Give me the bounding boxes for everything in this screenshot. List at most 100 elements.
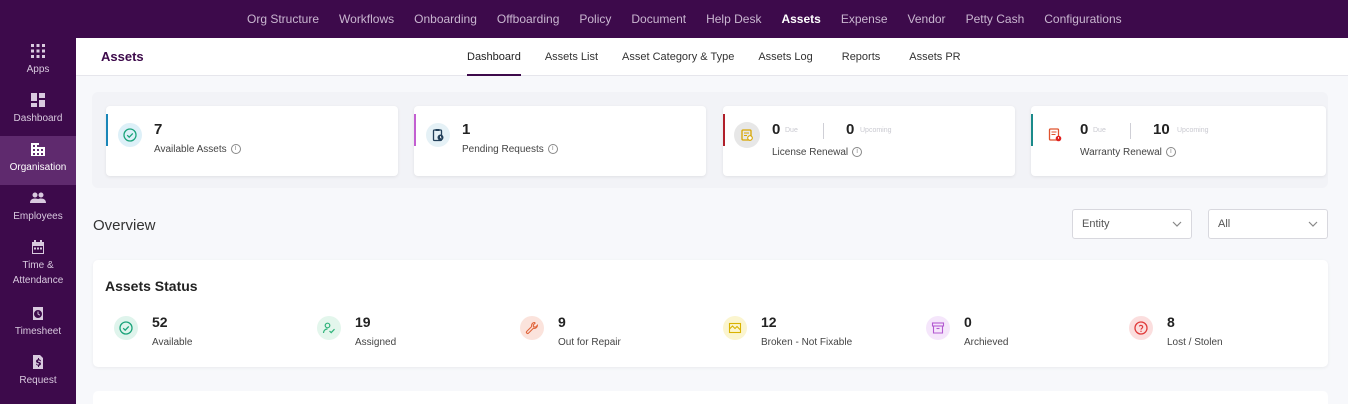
info-icon[interactable]: i — [547, 144, 558, 155]
license-renewal-card[interactable]: 0 Due 0 Upcoming License Renewal i — [723, 106, 1015, 176]
question-circle-icon — [1129, 316, 1153, 340]
license-upcoming-count: 0 — [846, 121, 855, 138]
tab-reports[interactable]: Reports — [842, 38, 881, 76]
archive-box-icon — [926, 316, 950, 340]
nav-expense[interactable]: Expense — [841, 12, 888, 26]
sidebar: Apps Dashboard Organisation Employees Ti… — [0, 38, 76, 404]
page-title: Assets — [101, 49, 144, 64]
nav-policy[interactable]: Policy — [579, 12, 611, 26]
license-icon — [734, 122, 760, 148]
available-assets-label: Available Assets i — [154, 144, 241, 155]
filter-all-select-value: All — [1218, 218, 1231, 230]
nav-assets[interactable]: Assets — [781, 12, 820, 26]
sidebar-item-request[interactable]: Request — [0, 349, 76, 398]
warranty-renewal-label: Warranty Renewal i — [1080, 147, 1176, 158]
nav-configurations[interactable]: Configurations — [1044, 12, 1121, 26]
assets-status-card: Assets Status 52 Available 19 Assigned 9… — [93, 260, 1328, 367]
status-label: Lost / Stolen — [1167, 337, 1223, 348]
warranty-upcoming-label: Upcoming — [1177, 127, 1209, 134]
wrench-icon — [520, 316, 544, 340]
entity-select-value: Entity — [1082, 218, 1110, 230]
request-icon — [33, 355, 43, 369]
license-due-label: Due — [785, 127, 798, 134]
nav-org-structure[interactable]: Org Structure — [247, 12, 319, 26]
warranty-renewal-card[interactable]: 0 Due 10 Upcoming Warranty Renewal i — [1031, 106, 1326, 176]
sidebar-item-label: Organisation — [9, 162, 67, 173]
assets-status-title: Assets Status — [105, 278, 198, 294]
card-accent-bar — [1031, 114, 1033, 146]
sidebar-item-organisation[interactable]: Organisation — [0, 136, 76, 185]
filter-all-select[interactable]: All — [1208, 209, 1328, 239]
timesheet-icon — [33, 307, 43, 320]
nav-workflows[interactable]: Workflows — [339, 12, 394, 26]
status-label: Available — [152, 337, 193, 348]
broken-image-icon — [723, 316, 747, 340]
sidebar-item-label: Apps — [26, 64, 50, 75]
chevron-down-icon — [1308, 221, 1318, 227]
check-circle-icon — [118, 123, 142, 147]
nav-onboarding[interactable]: Onboarding — [414, 12, 477, 26]
card-accent-bar — [106, 114, 108, 146]
status-value: 12 — [761, 314, 777, 330]
status-label: Out for Repair — [558, 337, 621, 348]
pending-requests-card[interactable]: 1 Pending Requests i — [414, 106, 706, 176]
status-value: 19 — [355, 314, 371, 330]
tab-dashboard[interactable]: Dashboard — [467, 38, 521, 76]
nav-document[interactable]: Document — [631, 12, 686, 26]
available-assets-card[interactable]: 7 Available Assets i — [106, 106, 398, 176]
calendar-icon — [32, 240, 44, 254]
summary-panel: 7 Available Assets i 1 Pending Requests i … — [92, 92, 1328, 188]
status-value: 0 — [964, 314, 972, 330]
sidebar-item-label: Time & — [22, 260, 54, 271]
divider — [1130, 123, 1131, 139]
tab-assets-list[interactable]: Assets List — [545, 38, 598, 76]
dashboard-icon — [31, 93, 45, 107]
building-icon — [31, 143, 45, 156]
check-circle-icon — [114, 316, 138, 340]
sidebar-item-label: Dashboard — [13, 113, 63, 124]
info-icon[interactable]: i — [1165, 147, 1176, 158]
warranty-upcoming-count: 10 — [1153, 121, 1170, 138]
sidebar-item-label-2: Attendance — [12, 275, 64, 286]
sidebar-item-apps[interactable]: Apps — [0, 38, 76, 87]
sidebar-item-label: Request — [19, 375, 57, 386]
tab-assets-pr[interactable]: Assets PR — [909, 38, 960, 76]
top-nav-items: Org Structure Workflows Onboarding Offbo… — [247, 0, 1142, 38]
available-assets-count: 7 — [154, 121, 163, 138]
status-label: Archieved — [964, 337, 1009, 348]
pending-requests-label: Pending Requests i — [462, 144, 558, 155]
top-navigation: Org Structure Workflows Onboarding Offbo… — [0, 0, 1348, 38]
status-label: Broken - Not Fixable — [761, 337, 853, 348]
chevron-down-icon — [1172, 221, 1182, 227]
nav-petty-cash[interactable]: Petty Cash — [966, 12, 1025, 26]
tab-asset-category-type[interactable]: Asset Category & Type — [622, 38, 734, 76]
people-icon — [30, 192, 46, 203]
warranty-due-label: Due — [1093, 127, 1106, 134]
license-renewal-label: License Renewal i — [772, 147, 863, 158]
pending-requests-count: 1 — [462, 121, 471, 138]
warranty-icon — [1043, 123, 1067, 147]
license-due-count: 0 — [772, 121, 781, 138]
sidebar-item-employees[interactable]: Employees — [0, 185, 76, 234]
info-icon[interactable]: i — [230, 144, 241, 155]
user-assigned-icon — [317, 316, 341, 340]
sidebar-item-label: Timesheet — [14, 326, 62, 337]
sidebar-item-timesheet[interactable]: Timesheet — [0, 300, 76, 349]
card-accent-bar — [414, 114, 416, 146]
nav-offboarding[interactable]: Offboarding — [497, 12, 560, 26]
nav-help-desk[interactable]: Help Desk — [706, 12, 761, 26]
tab-assets-log[interactable]: Assets Log — [758, 38, 812, 76]
divider — [823, 123, 824, 139]
entity-select[interactable]: Entity — [1072, 209, 1192, 239]
info-icon[interactable]: i — [852, 147, 863, 158]
status-value: 8 — [1167, 314, 1175, 330]
status-label: Assigned — [355, 337, 397, 348]
page-header: Assets Dashboard Assets List Asset Categ… — [76, 38, 1348, 76]
status-value: 9 — [558, 314, 566, 330]
sub-tabs: Dashboard Assets List Asset Category & T… — [467, 38, 985, 76]
sidebar-item-dashboard[interactable]: Dashboard — [0, 87, 76, 136]
warranty-due-count: 0 — [1080, 121, 1089, 138]
sidebar-item-time-attendance[interactable]: Time & Attendance — [0, 234, 76, 296]
apps-grid-icon — [31, 44, 45, 58]
nav-vendor[interactable]: Vendor — [908, 12, 946, 26]
